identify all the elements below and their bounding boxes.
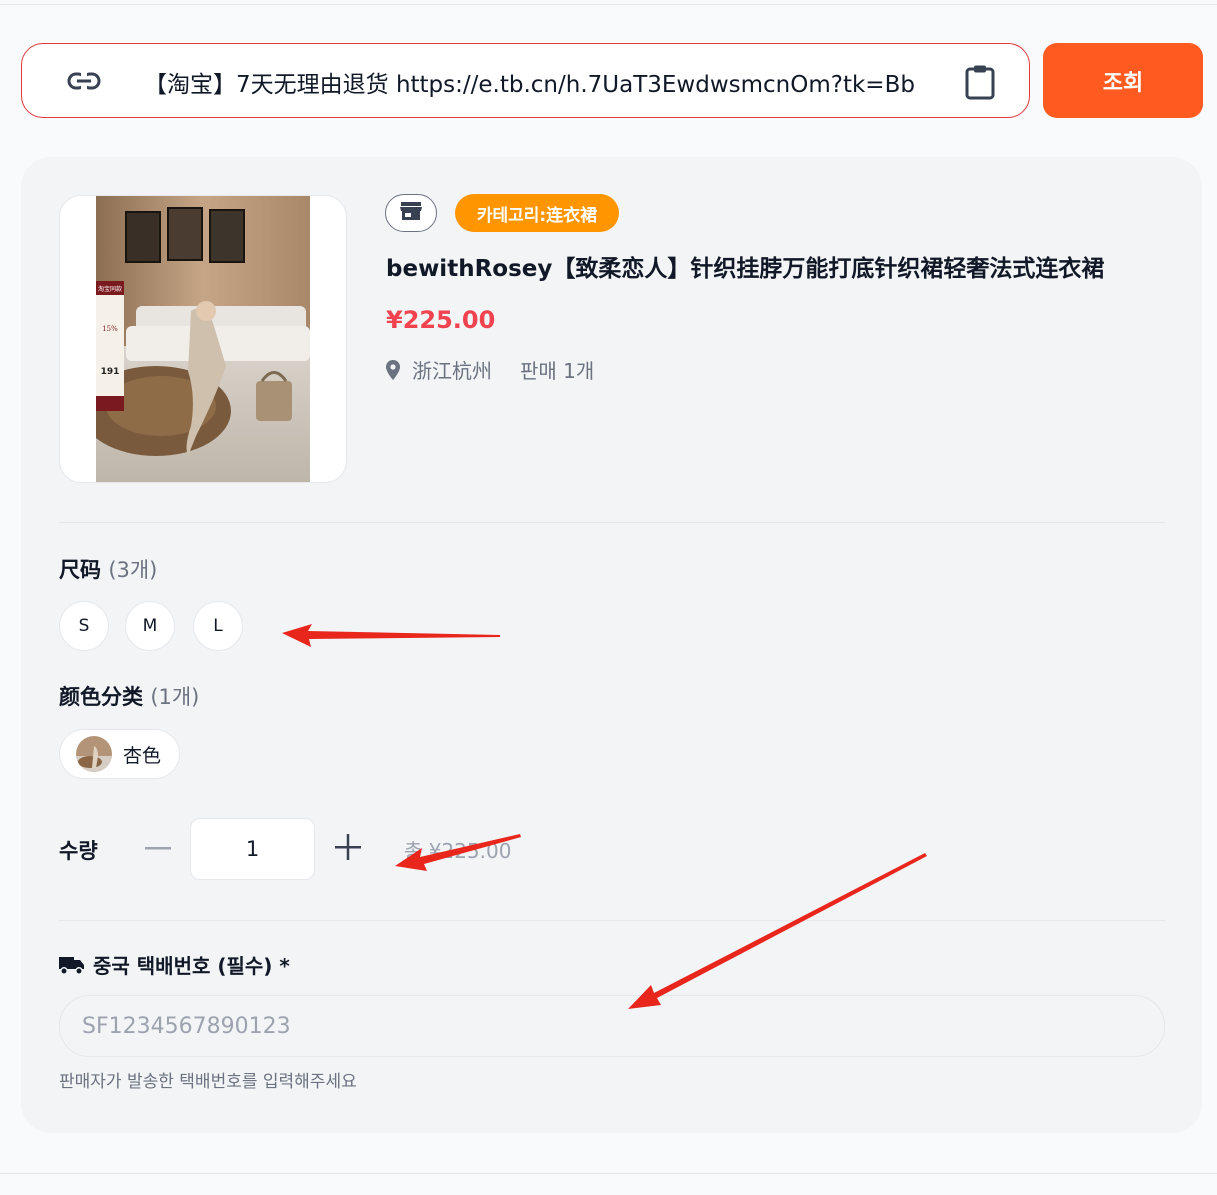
image-badge-pct: 15% [102,325,118,333]
location-text: 浙江杭州 [412,359,492,383]
color-option-label: 颜色分类 (1개) [59,681,199,711]
store-button[interactable] [385,194,437,232]
store-icon [399,201,423,225]
category-prefix: 카테고리: [476,205,547,226]
category-badge: 카테고리: 连衣裙 [455,194,619,232]
product-title: bewithRosey【致柔恋人】针织挂脖万能打底针织裙轻奢法式连衣裙 [386,256,1105,282]
sales-count: 판매 1개 [520,359,595,383]
quantity-input[interactable]: 1 [190,818,315,880]
size-count: (3개) [108,558,158,582]
minus-icon[interactable] [143,829,173,869]
color-thumbnail [76,736,112,772]
total-price: 총 ¥225.00 [404,839,512,863]
url-input[interactable] [144,64,936,100]
section-divider [59,522,1165,523]
size-option-s[interactable]: S [59,601,109,651]
clipboard-icon[interactable] [960,62,1000,102]
size-option-l[interactable]: L [193,601,243,651]
product-card: 淘宝同款 15% 191 카테고리: 连衣裙 bewithRosey【致柔恋人】… [21,157,1202,1133]
size-option-label: 尺码 (3개) [59,554,157,584]
bottom-divider [0,1173,1217,1174]
truck-icon [59,955,85,975]
search-button[interactable]: 조회 [1043,43,1203,118]
color-option-apricot[interactable]: 杏色 [59,729,180,779]
quantity-label: 수량 [59,839,98,863]
top-divider [0,4,1217,5]
location-row: 浙江杭州 판매 1개 [386,355,594,384]
color-option-label: 杏色 [123,744,162,767]
product-image[interactable]: 淘宝同款 15% 191 [59,195,347,483]
product-price: ¥225.00 [386,306,496,334]
size-label-text: 尺码 [59,558,101,582]
link-icon [64,66,104,96]
url-search-bar[interactable] [21,43,1030,118]
plus-icon[interactable] [330,827,366,867]
tracking-helper-text: 판매자가 발송한 택배번호를 입력해주세요 [59,1072,357,1092]
size-option-m[interactable]: M [125,601,175,651]
location-pin-icon [386,359,400,380]
tracking-label: 중국 택배번호 (필수) * [59,950,290,979]
image-badge-num: 191 [101,367,120,377]
section-divider-2 [59,920,1165,921]
color-label-text: 颜色分类 [59,685,143,709]
color-count: (1개) [150,685,200,709]
tracking-label-text: 중국 택배번호 (필수) * [93,954,290,978]
image-badge-header: 淘宝同款 [98,285,122,293]
category-value: 连衣裙 [546,205,598,226]
tracking-number-input[interactable] [59,995,1165,1057]
